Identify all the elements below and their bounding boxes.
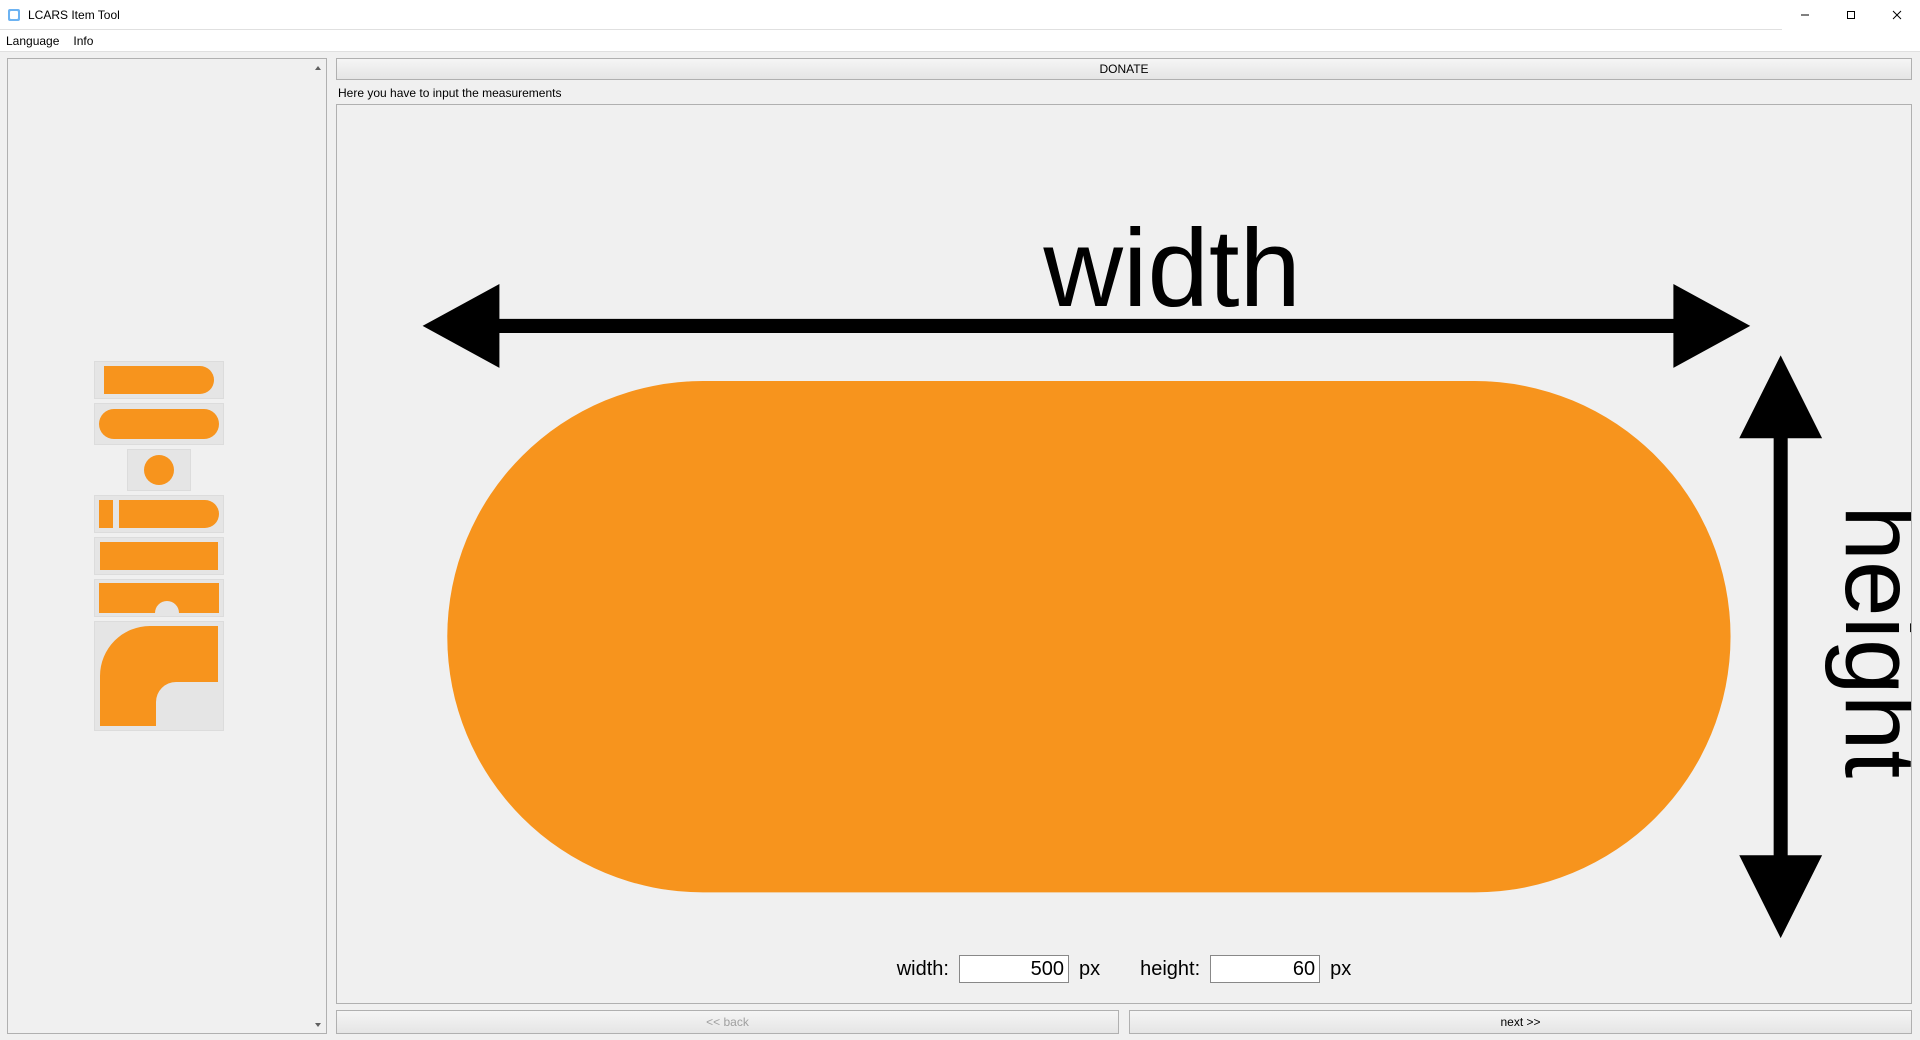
window-controls bbox=[1782, 0, 1920, 29]
dimension-inputs: width: px height: px bbox=[337, 955, 1911, 983]
menu-info[interactable]: Info bbox=[73, 34, 93, 48]
height-dimension-arrow bbox=[1751, 371, 1811, 922]
wizard-nav: << back next >> bbox=[336, 1010, 1912, 1034]
preview-canvas: width height width: px height: px bbox=[336, 104, 1912, 1004]
shape-tile-circle[interactable] bbox=[127, 449, 191, 491]
shape-tile-elbow[interactable] bbox=[94, 621, 224, 731]
height-label: height bbox=[1824, 505, 1911, 778]
palette-scrollbar[interactable] bbox=[309, 59, 326, 1033]
shape-palette bbox=[7, 58, 327, 1034]
width-input[interactable] bbox=[959, 955, 1069, 983]
instruction-text: Here you have to input the measurements bbox=[338, 86, 1912, 100]
shape-tile-halfpill[interactable] bbox=[94, 361, 224, 399]
close-button[interactable] bbox=[1874, 0, 1920, 30]
preview-shape bbox=[447, 381, 1730, 892]
workspace: DONATE Here you have to input the measur… bbox=[0, 52, 1920, 1040]
window-titlebar: LCARS Item Tool bbox=[0, 0, 1920, 30]
main-panel: DONATE Here you have to input the measur… bbox=[336, 58, 1912, 1034]
height-unit: px bbox=[1330, 958, 1351, 981]
donate-button[interactable]: DONATE bbox=[336, 58, 1912, 80]
height-input-label: height: bbox=[1140, 958, 1200, 981]
menu-language[interactable]: Language bbox=[6, 34, 59, 48]
next-button[interactable]: next >> bbox=[1129, 1010, 1912, 1034]
dimension-diagram: width height bbox=[337, 105, 1911, 1003]
window-title: LCARS Item Tool bbox=[28, 8, 120, 22]
maximize-button[interactable] bbox=[1828, 0, 1874, 30]
width-unit: px bbox=[1079, 958, 1100, 981]
app-icon bbox=[6, 7, 22, 23]
back-button[interactable]: << back bbox=[336, 1010, 1119, 1034]
minimize-button[interactable] bbox=[1782, 0, 1828, 30]
shape-tile-notched[interactable] bbox=[94, 579, 224, 617]
width-label: width bbox=[1042, 207, 1300, 330]
scroll-up-icon[interactable] bbox=[309, 59, 326, 76]
shape-palette-list bbox=[8, 59, 309, 1033]
width-input-label: width: bbox=[897, 958, 949, 981]
shape-tile-rect[interactable] bbox=[94, 537, 224, 575]
shape-tile-pill[interactable] bbox=[94, 403, 224, 445]
scroll-down-icon[interactable] bbox=[309, 1016, 326, 1033]
titlebar-left: LCARS Item Tool bbox=[0, 7, 120, 23]
height-input[interactable] bbox=[1210, 955, 1320, 983]
shape-tile-segmented[interactable] bbox=[94, 495, 224, 533]
menubar: Language Info bbox=[0, 30, 1920, 52]
